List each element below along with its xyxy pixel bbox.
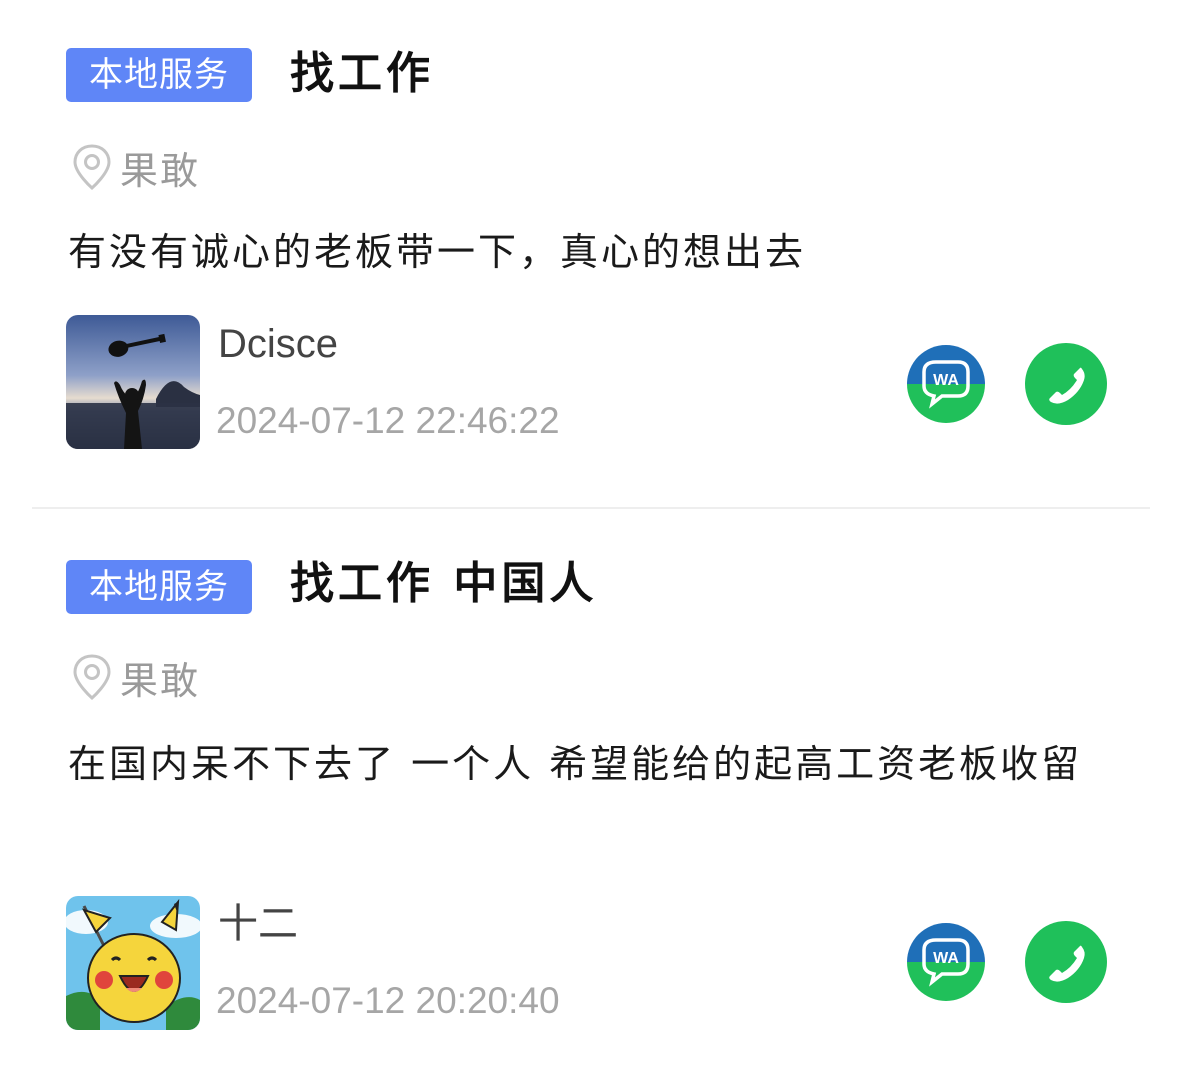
whatsapp-button[interactable]: WA (904, 920, 988, 1004)
whatsapp-button[interactable]: WA (904, 342, 988, 426)
user-name: 十二 (218, 902, 298, 946)
location-text: 果敢 (120, 658, 201, 703)
post-card[interactable]: 本地服务 找工作 果敢 有没有诚心的老板带一下，真心的想出去 Dcisce 20… (0, 0, 1182, 508)
post-title: 找工作 中国人 (290, 558, 598, 609)
phone-call-button[interactable] (1024, 342, 1108, 426)
user-avatar[interactable] (66, 896, 200, 1030)
location-row: 果敢 (70, 652, 201, 703)
location-pin-icon (73, 654, 111, 701)
location-text: 果敢 (120, 148, 201, 193)
whatsapp-icon: WA (907, 923, 985, 1001)
svg-text:WA: WA (933, 372, 959, 389)
category-tag: 本地服务 (66, 48, 252, 102)
post-description: 在国内呆不下去了 一个人 希望能给的起高工资老板收留 (68, 742, 1083, 786)
post-time: 2024-07-12 22:46:22 (216, 400, 560, 441)
svg-text:WA: WA (933, 950, 959, 967)
category-tag: 本地服务 (66, 560, 252, 614)
phone-icon (1025, 343, 1107, 425)
post-title: 找工作 (290, 48, 434, 99)
user-name: Dcisce (218, 322, 339, 366)
whatsapp-icon: WA (907, 345, 985, 423)
post-card[interactable]: 本地服务 找工作 中国人 果敢 在国内呆不下去了 一个人 希望能给的起高工资老板… (0, 510, 1182, 1080)
location-row: 果敢 (70, 142, 201, 193)
post-time: 2024-07-12 20:20:40 (216, 980, 560, 1021)
post-divider (32, 507, 1150, 509)
location-pin-icon (73, 144, 111, 191)
phone-call-button[interactable] (1024, 920, 1108, 1004)
phone-icon (1025, 921, 1107, 1003)
user-avatar[interactable] (66, 315, 200, 449)
post-description: 有没有诚心的老板带一下，真心的想出去 (68, 230, 807, 274)
